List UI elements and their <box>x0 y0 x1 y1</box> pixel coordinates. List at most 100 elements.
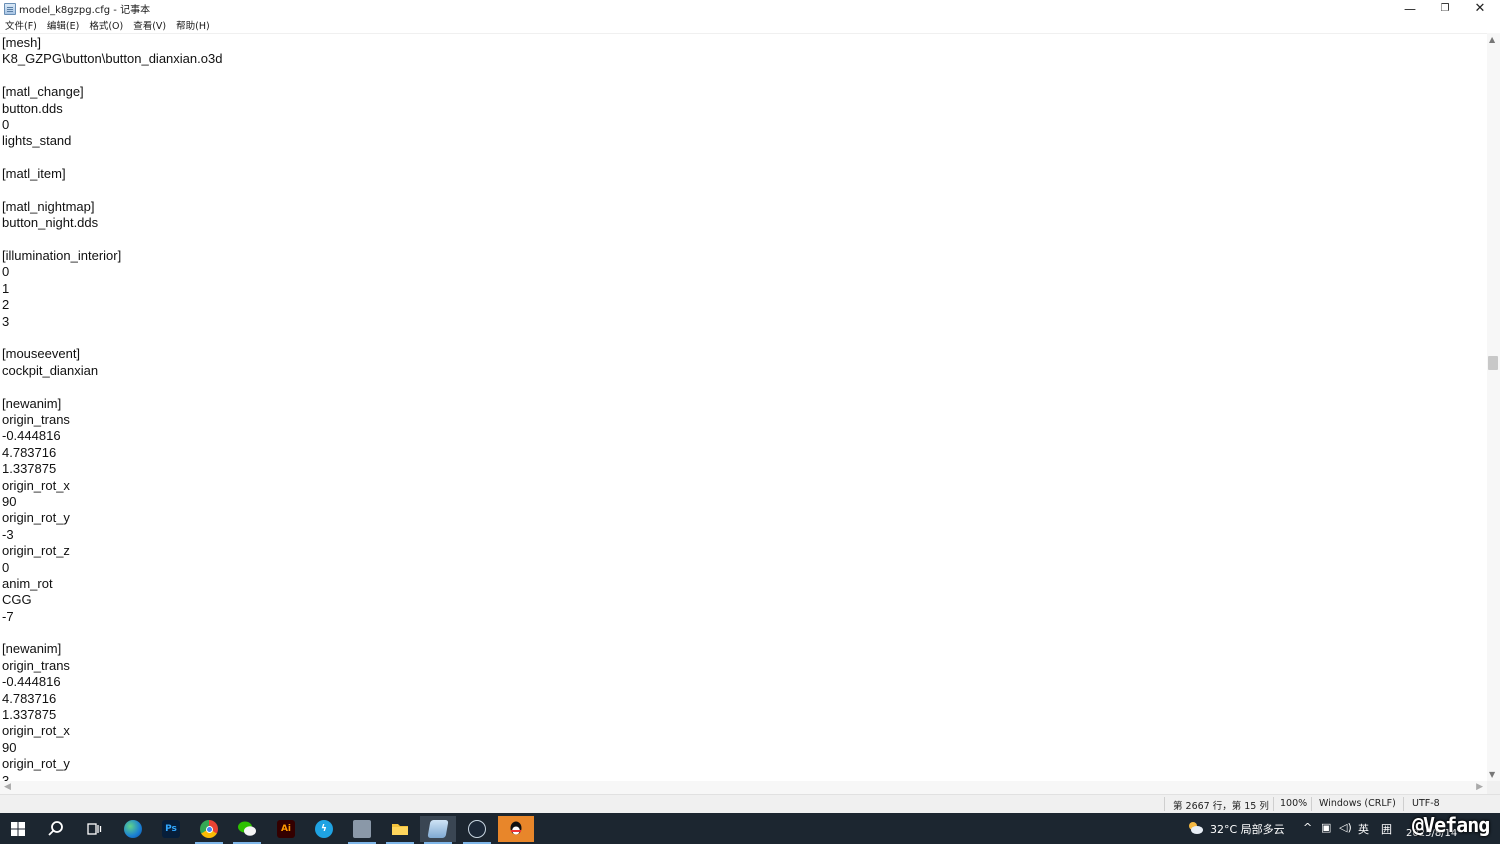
task-view-button[interactable] <box>76 816 112 842</box>
restore-button[interactable]: ❐ <box>1427 0 1463 17</box>
menu-view[interactable]: 查看(V) <box>133 18 166 32</box>
close-button[interactable]: ✕ <box>1462 0 1498 17</box>
editor-line[interactable]: [matl_nightmap] <box>2 199 222 215</box>
menu-bar: 文件(F) 编辑(E) 格式(O) 查看(V) 帮助(H) <box>0 17 1500 33</box>
scroll-left-icon[interactable]: ◀ <box>4 782 11 792</box>
weather-text[interactable]: 32°C 局部多云 <box>1210 821 1285 837</box>
editor-line[interactable]: [mouseevent] <box>2 346 222 362</box>
minimize-button[interactable]: — <box>1392 0 1428 17</box>
editor-line[interactable] <box>2 68 222 84</box>
scroll-thumb[interactable] <box>1488 356 1498 370</box>
edge-icon <box>124 820 142 838</box>
editor-line[interactable]: -3 <box>2 527 222 543</box>
editor-line[interactable]: button.dds <box>2 101 222 117</box>
monitor-app-taskbar-button[interactable] <box>344 816 380 844</box>
network-icon[interactable]: ▣ <box>1321 821 1331 834</box>
editor-line[interactable] <box>2 183 222 199</box>
steam-taskbar-button[interactable] <box>459 816 495 844</box>
taskbar: Ps Ai ϟ 32°C 局部多云 ^ ▣ ◁) 英 囲 <box>0 813 1500 844</box>
menu-edit[interactable]: 编辑(E) <box>47 18 79 32</box>
photoshop-taskbar-button[interactable]: Ps <box>153 816 189 842</box>
vertical-scrollbar[interactable]: ▲ ▼ <box>1487 33 1500 781</box>
editor-line[interactable]: [illumination_interior] <box>2 248 222 264</box>
editor-line[interactable]: 0 <box>2 264 222 280</box>
weather-icon[interactable] <box>1186 819 1204 837</box>
editor-line[interactable]: -0.444816 <box>2 428 222 444</box>
editor-line[interactable]: 90 <box>2 740 222 756</box>
edge-taskbar-button[interactable] <box>115 816 151 842</box>
editor-line[interactable]: 4.783716 <box>2 691 222 707</box>
ime-mode-icon[interactable]: 囲 <box>1381 821 1392 837</box>
search-button[interactable] <box>38 816 74 842</box>
status-bar: 第 2667 行，第 15 列 100% Windows (CRLF) UTF-… <box>0 794 1500 813</box>
status-divider <box>1403 797 1404 811</box>
editor-line[interactable] <box>2 232 222 248</box>
editor-line[interactable]: origin_rot_x <box>2 723 222 739</box>
editor-line[interactable]: origin_rot_x <box>2 478 222 494</box>
editor-line[interactable] <box>2 625 222 641</box>
editor-line[interactable]: -7 <box>2 609 222 625</box>
editor-line[interactable]: 3 <box>2 773 222 781</box>
editor-line[interactable]: 0 <box>2 560 222 576</box>
text-editor[interactable]: [mesh] K8_GZPG\button\button_dianxian.o3d… <box>0 33 1487 781</box>
editor-line[interactable]: origin_rot_y <box>2 756 222 772</box>
steam-icon <box>468 820 486 838</box>
editor-line[interactable]: cockpit_dianxian <box>2 363 222 379</box>
editor-line[interactable]: [matl_change] <box>2 84 222 100</box>
notepad-taskbar-button[interactable] <box>420 816 456 844</box>
editor-line[interactable] <box>2 150 222 166</box>
editor-line[interactable]: -0.444816 <box>2 674 222 690</box>
editor-line[interactable]: origin_rot_y <box>2 510 222 526</box>
task-view-icon <box>87 823 102 835</box>
wechat-taskbar-button[interactable] <box>229 816 265 844</box>
editor-line[interactable]: 90 <box>2 494 222 510</box>
search-icon <box>48 821 63 836</box>
editor-line[interactable]: button_night.dds <box>2 215 222 231</box>
volume-icon[interactable]: ◁) <box>1339 821 1352 834</box>
illustrator-taskbar-button[interactable]: Ai <box>268 816 304 842</box>
status-zoom: 100% <box>1280 798 1308 809</box>
editor-line[interactable]: K8_GZPG\button\button_dianxian.o3d <box>2 51 222 67</box>
scroll-right-icon[interactable]: ▶ <box>1476 782 1483 792</box>
menu-help[interactable]: 帮助(H) <box>176 18 210 32</box>
illustrator-icon: Ai <box>277 820 295 838</box>
editor-line[interactable]: 2 <box>2 297 222 313</box>
editor-line[interactable]: 0 <box>2 117 222 133</box>
windows-start-button[interactable] <box>0 816 36 842</box>
tray-expand-icon[interactable]: ^ <box>1303 821 1312 834</box>
menu-format[interactable]: 格式(O) <box>89 18 123 32</box>
editor-text[interactable]: [mesh] K8_GZPG\button\button_dianxian.o3d… <box>2 35 222 781</box>
editor-line[interactable]: [matl_item] <box>2 166 222 182</box>
file-explorer-icon <box>392 824 408 835</box>
qq-taskbar-button[interactable] <box>498 816 534 842</box>
photoshop-icon: Ps <box>162 820 180 838</box>
file-explorer-taskbar-button[interactable] <box>382 816 418 844</box>
editor-line[interactable] <box>2 330 222 346</box>
ime-indicator[interactable]: 英 <box>1358 821 1369 837</box>
editor-line[interactable]: origin_trans <box>2 658 222 674</box>
editor-line[interactable]: anim_rot <box>2 576 222 592</box>
chrome-taskbar-button[interactable] <box>191 816 227 844</box>
editor-line[interactable]: 1 <box>2 281 222 297</box>
editor-line[interactable]: [newanim] <box>2 641 222 657</box>
editor-line[interactable]: 3 <box>2 314 222 330</box>
app-taskbar-button[interactable]: ϟ <box>306 816 342 842</box>
scrollbar-corner <box>1487 781 1500 794</box>
editor-line[interactable]: 1.337875 <box>2 461 222 477</box>
editor-line[interactable]: origin_trans <box>2 412 222 428</box>
editor-line[interactable]: 1.337875 <box>2 707 222 723</box>
menu-file[interactable]: 文件(F) <box>5 18 37 32</box>
editor-line[interactable]: 4.783716 <box>2 445 222 461</box>
editor-line[interactable]: lights_stand <box>2 133 222 149</box>
editor-line[interactable]: origin_rot_z <box>2 543 222 559</box>
horizontal-scrollbar[interactable]: ◀ ▶ <box>0 781 1487 794</box>
scroll-down-icon[interactable]: ▼ <box>1489 770 1495 779</box>
status-position: 第 2667 行，第 15 列 <box>1173 801 1269 812</box>
chrome-icon <box>200 820 218 838</box>
monitor-app-icon <box>353 820 371 838</box>
editor-line[interactable]: CGG <box>2 592 222 608</box>
scroll-up-icon[interactable]: ▲ <box>1489 35 1495 44</box>
editor-line[interactable]: [newanim] <box>2 396 222 412</box>
editor-line[interactable] <box>2 379 222 395</box>
editor-line[interactable]: [mesh] <box>2 35 222 51</box>
